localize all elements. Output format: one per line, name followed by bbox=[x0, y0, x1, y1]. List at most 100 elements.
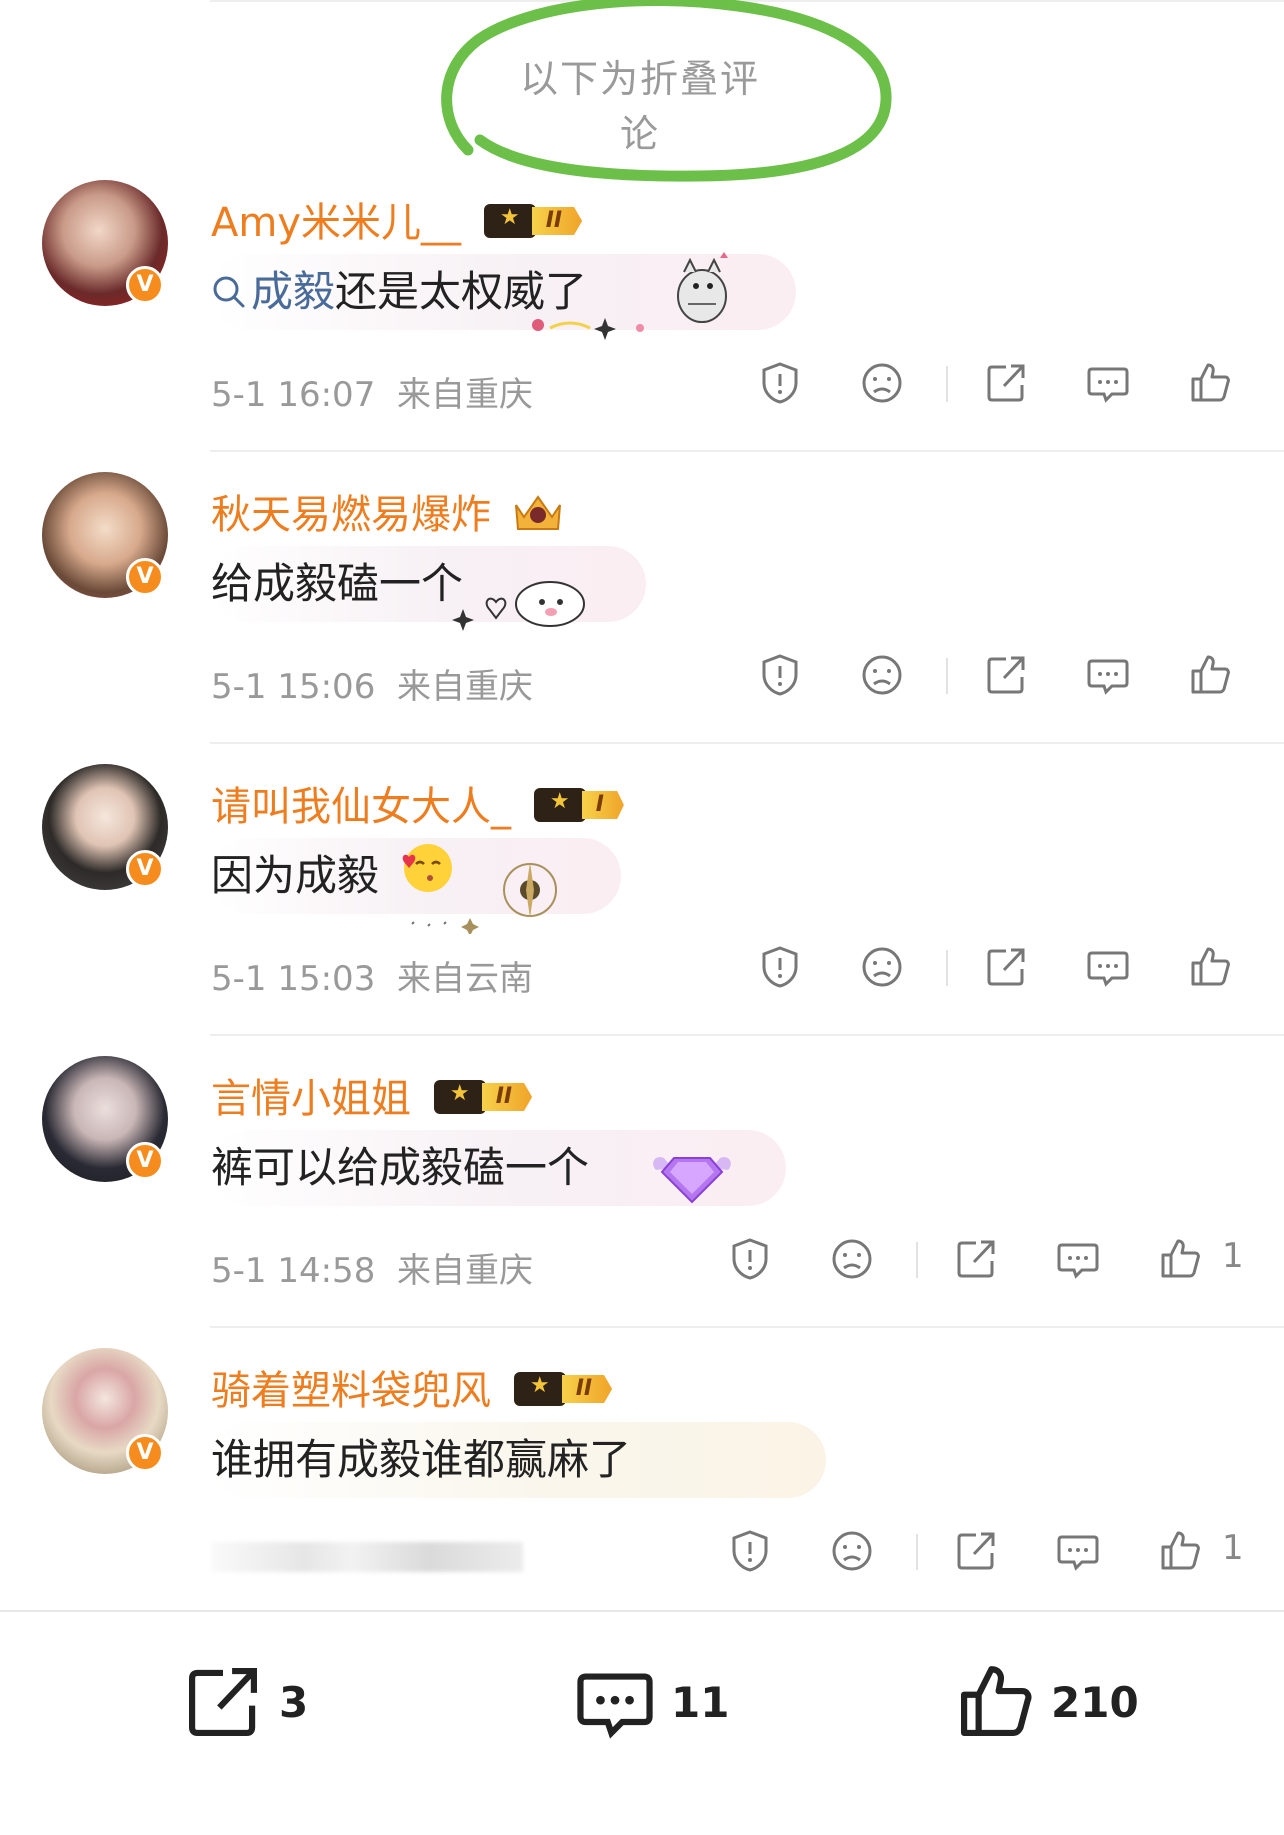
comment-actions: 1 bbox=[720, 1224, 1260, 1294]
vip-badge: II bbox=[433, 1080, 533, 1114]
comment-text: 裤可以给成毅磕一个 bbox=[211, 1143, 590, 1192]
comment-meta: 5-1 15:03 来自云南 bbox=[211, 959, 533, 999]
folded-comments-label: 以下为折叠评论 bbox=[519, 57, 760, 156]
action-separator bbox=[916, 1534, 918, 1570]
verified-badge-icon: V bbox=[126, 1434, 164, 1472]
username[interactable]: 请叫我仙女大人_ I bbox=[211, 774, 624, 832]
comment-button[interactable] bbox=[1078, 348, 1138, 418]
report-button[interactable] bbox=[720, 1224, 780, 1294]
like-icon bbox=[1191, 947, 1230, 986]
dislike-icon bbox=[832, 1531, 872, 1571]
post-comment-button[interactable]: 11 bbox=[575, 1657, 729, 1747]
sparkle-deco-icon bbox=[532, 318, 644, 340]
share-icon bbox=[957, 1240, 995, 1278]
dog-sticker-icon bbox=[452, 581, 585, 631]
comment-text: 给成毅磕一个 bbox=[211, 559, 464, 608]
dislike-button[interactable] bbox=[852, 932, 912, 1002]
search-icon bbox=[213, 276, 245, 308]
comment-bubble: 谁拥有成毅谁都赢麻了 bbox=[211, 1422, 826, 1498]
report-icon bbox=[762, 946, 798, 988]
share-icon bbox=[987, 656, 1025, 694]
comment-button[interactable] bbox=[1078, 932, 1138, 1002]
like-button[interactable] bbox=[1180, 348, 1240, 418]
report-button[interactable] bbox=[750, 932, 810, 1002]
search-link[interactable]: 成毅 bbox=[211, 267, 335, 316]
comment-text: 因为成毅 bbox=[211, 851, 380, 900]
crown-gem-icon bbox=[514, 495, 561, 530]
share-icon bbox=[987, 364, 1025, 402]
comment-item: V 骑着塑料袋兜风 II 谁拥有成毅谁都赢麻了 1 bbox=[0, 1328, 1284, 1620]
report-button[interactable] bbox=[720, 1516, 780, 1586]
dislike-icon bbox=[832, 1239, 872, 1279]
comment-actions bbox=[750, 932, 1250, 1002]
report-icon bbox=[732, 1530, 768, 1572]
bottom-action-bar: 3 11 210 bbox=[0, 1610, 1284, 1835]
comment-button[interactable] bbox=[1048, 1516, 1108, 1586]
comment-icon bbox=[1057, 1243, 1099, 1279]
report-button[interactable] bbox=[750, 640, 810, 710]
comment-meta: 5-1 14:58 来自重庆 bbox=[211, 1251, 533, 1291]
dislike-icon bbox=[862, 947, 902, 987]
comment-item: V 言情小姐姐 II 裤可以给成毅磕一个 5-1 14:58 来自重庆 1 bbox=[0, 1036, 1284, 1328]
verified-badge-icon: V bbox=[126, 558, 164, 596]
like-button[interactable] bbox=[1180, 640, 1240, 710]
like-count: 210 bbox=[1051, 1677, 1139, 1727]
share-icon bbox=[987, 948, 1025, 986]
like-count: 1 bbox=[1222, 1528, 1244, 1568]
like-count: 1 bbox=[1222, 1236, 1244, 1276]
like-button[interactable] bbox=[1150, 1516, 1210, 1586]
dislike-button[interactable] bbox=[822, 1224, 882, 1294]
crown-icon bbox=[483, 204, 536, 238]
like-icon bbox=[1161, 1239, 1200, 1278]
username[interactable]: 秋天易燃易爆炸 bbox=[211, 482, 566, 540]
vip-badge: II bbox=[483, 204, 583, 238]
share-button[interactable] bbox=[976, 640, 1036, 710]
comment-icon bbox=[577, 1673, 653, 1739]
verified-badge-icon: V bbox=[126, 1142, 164, 1180]
share-icon bbox=[957, 1532, 995, 1570]
comment-icon bbox=[1087, 659, 1129, 695]
like-button[interactable] bbox=[1150, 1224, 1210, 1294]
blurred-comment-meta bbox=[211, 1542, 523, 1572]
username[interactable]: Amy米米儿__ II bbox=[211, 190, 583, 248]
report-button[interactable] bbox=[750, 348, 810, 418]
comment-button[interactable] bbox=[1048, 1224, 1108, 1294]
comment-item: V Amy米米儿__ II 成毅还是太权威了 5-1 16:07 来自重庆 bbox=[0, 160, 1284, 452]
crown-icon bbox=[533, 788, 586, 822]
comment-meta: 5-1 16:07 来自重庆 bbox=[211, 375, 533, 415]
report-icon bbox=[762, 654, 798, 696]
dislike-button[interactable] bbox=[852, 348, 912, 418]
comment-button[interactable] bbox=[1078, 640, 1138, 710]
comment-item: V 请叫我仙女大人_ I 因为成毅 5-1 15:03 来自云南 bbox=[0, 744, 1284, 1036]
username[interactable]: 骑着塑料袋兜风 II bbox=[211, 1358, 613, 1416]
comment-text: 成毅还是太权威了 bbox=[211, 267, 587, 316]
dislike-button[interactable] bbox=[822, 1516, 882, 1586]
diamond-sticker-icon bbox=[653, 1157, 731, 1204]
verified-badge-icon: V bbox=[126, 266, 164, 304]
comment-count: 11 bbox=[671, 1677, 730, 1727]
vip-badge: I bbox=[533, 788, 624, 822]
action-separator bbox=[946, 950, 948, 986]
top-divider bbox=[210, 0, 1284, 2]
comment-meta: 5-1 15:06 来自重庆 bbox=[211, 667, 533, 707]
action-separator bbox=[946, 366, 948, 402]
like-icon bbox=[1191, 363, 1230, 402]
cat-sticker-icon bbox=[677, 252, 728, 323]
dislike-icon bbox=[862, 363, 902, 403]
action-separator bbox=[916, 1242, 918, 1278]
dislike-button[interactable] bbox=[852, 640, 912, 710]
share-button[interactable] bbox=[976, 348, 1036, 418]
like-icon bbox=[961, 1666, 1032, 1736]
like-icon bbox=[1161, 1531, 1200, 1570]
username[interactable]: 言情小姐姐 II bbox=[211, 1066, 533, 1124]
post-share-button[interactable]: 3 bbox=[183, 1657, 308, 1747]
like-button[interactable] bbox=[1180, 932, 1240, 1002]
share-button[interactable] bbox=[946, 1224, 1006, 1294]
share-button[interactable] bbox=[946, 1516, 1006, 1586]
share-button[interactable] bbox=[976, 932, 1036, 1002]
share-icon bbox=[189, 1668, 257, 1736]
post-like-button[interactable]: 210 bbox=[955, 1657, 1139, 1747]
share-count: 3 bbox=[279, 1677, 309, 1727]
compass-sticker-icon bbox=[411, 862, 557, 934]
vip-badge: II bbox=[513, 1372, 613, 1406]
